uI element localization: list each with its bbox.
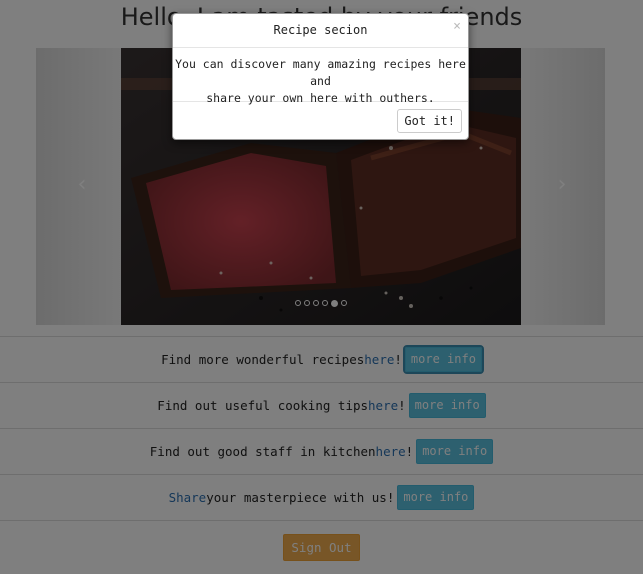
got-it-button[interactable]: Got it! [397,109,462,133]
modal-body: You can discover many amazing recipes he… [173,48,468,105]
recipe-modal: Recipe secion × You can discover many am… [172,13,469,140]
modal-footer: Got it! [173,102,468,140]
modal-body-line: You can discover many amazing recipes he… [175,57,466,88]
close-icon[interactable]: × [453,20,461,34]
modal-header: Recipe secion × [173,14,468,48]
modal-title: Recipe secion [273,23,368,37]
